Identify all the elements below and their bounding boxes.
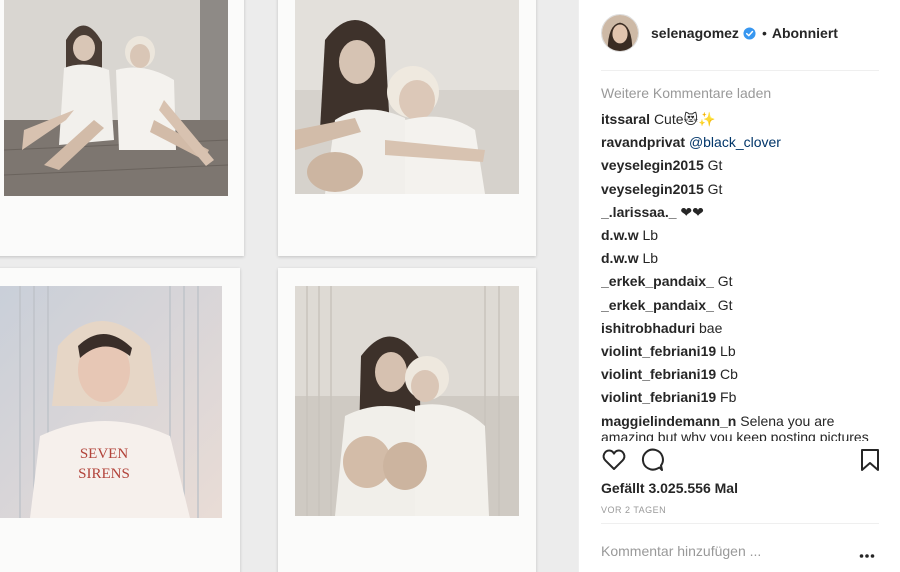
comment-username-link[interactable]: maggielindemann_n	[601, 413, 736, 429]
action-bar	[601, 447, 879, 475]
comment-row: ravandprivat @black_clover	[601, 131, 879, 154]
footer-divider	[601, 523, 879, 524]
photo-two-girls-leaning	[295, 286, 519, 516]
heart-icon[interactable]	[601, 447, 627, 473]
comment-username-link[interactable]: violint_febriani19	[601, 366, 716, 382]
polaroid-bottom-right	[278, 268, 536, 572]
photo-two-girls-sitting-floor	[4, 0, 228, 196]
comment-username-link[interactable]: itssaral	[601, 111, 650, 127]
comment-text: Gt	[717, 296, 733, 313]
add-comment-bar	[601, 540, 879, 562]
comment-mention-link[interactable]: @black_clover	[689, 134, 781, 150]
comment-username-link[interactable]: d.w.w	[601, 250, 639, 266]
post-header: selenagomez • Abonniert	[601, 14, 881, 52]
polaroid-top-right	[278, 0, 536, 256]
comment-row: maggielindemann_n Selena you are amazing…	[601, 409, 879, 441]
comment-row: veyselegin2015 Gt	[601, 178, 879, 201]
comment-text: Lb	[720, 342, 736, 359]
comment-username-link[interactable]: veyselegin2015	[601, 181, 704, 197]
svg-text:SEVEN: SEVEN	[80, 446, 129, 462]
comment-username-link[interactable]: d.w.w	[601, 227, 639, 243]
comment-text: Lb	[642, 226, 659, 243]
verified-badge-icon	[743, 26, 756, 40]
comment-row: _.larissaa._ ❤❤	[601, 201, 879, 224]
comment-text: ❤❤	[680, 203, 704, 220]
comment-username-link[interactable]: _erkek_pandaix_	[601, 297, 714, 313]
comment-row: d.w.w Lb	[601, 247, 879, 270]
comments-list: itssaral Cute😻✨ ravandprivat @black_clove…	[601, 108, 879, 441]
comment-row: _erkek_pandaix_ Gt	[601, 270, 879, 293]
comment-username-link[interactable]: ishitrobhaduri	[601, 320, 695, 336]
comment-username-link[interactable]: ravandprivat	[601, 134, 685, 150]
comment-username-link[interactable]: veyselegin2015	[601, 157, 704, 173]
post-photo[interactable]: SEVEN SIRENS	[0, 0, 578, 572]
comment-row: veyselegin2015 Gt	[601, 154, 879, 177]
comment-username-link[interactable]: _erkek_pandaix_	[601, 273, 714, 289]
comment-row: ishitrobhaduri bae	[601, 317, 879, 340]
comment-row: violint_febriani19 Cb	[601, 363, 879, 386]
comment-input[interactable]	[601, 543, 841, 559]
comment-text: Gt	[707, 157, 723, 174]
photo-two-girls-hugging	[295, 0, 519, 194]
post-timestamp[interactable]: VOR 2 TAGEN	[601, 505, 666, 515]
header-divider	[601, 70, 879, 71]
likes-count[interactable]: Gefällt 3.025.556 Mal	[601, 480, 738, 496]
bookmark-icon[interactable]	[857, 447, 883, 473]
comment-row: _erkek_pandaix_ Gt	[601, 294, 879, 317]
polaroid-top-left	[0, 0, 244, 256]
comment-text: Cute😻✨	[653, 111, 716, 127]
load-more-comments-link[interactable]: Weitere Kommentare laden	[601, 85, 771, 101]
comment-row: violint_febriani19 Fb	[601, 386, 879, 409]
svg-text:SIRENS: SIRENS	[78, 466, 130, 482]
follow-status-button[interactable]: Abonniert	[772, 25, 838, 41]
comment-text: bae	[699, 319, 723, 336]
post-side-panel: selenagomez • Abonniert Weitere Kommenta…	[578, 0, 900, 572]
photo-girl-seven-sirens-shirt: SEVEN SIRENS	[0, 286, 222, 518]
polaroid-bottom-left: SEVEN SIRENS	[0, 268, 240, 572]
comment-username-link[interactable]: violint_febriani19	[601, 343, 716, 359]
comment-text: Gt	[707, 180, 723, 197]
comment-row: d.w.w Lb	[601, 224, 879, 247]
header-separator: •	[761, 25, 767, 41]
comment-text: Fb	[720, 389, 737, 406]
comment-bubble-icon[interactable]	[639, 447, 665, 473]
comment-text: Cb	[720, 366, 738, 383]
comment-text: Lb	[642, 250, 659, 267]
author-avatar[interactable]	[601, 14, 639, 52]
more-options-icon[interactable]	[859, 546, 875, 558]
author-username-link[interactable]: selenagomez	[651, 25, 739, 41]
comment-row: violint_febriani19 Lb	[601, 340, 879, 363]
comment-username-link[interactable]: violint_febriani19	[601, 389, 716, 405]
comment-username-link[interactable]: _.larissaa._	[601, 204, 677, 220]
comment-text: Gt	[717, 273, 733, 290]
comment-row: itssaral Cute😻✨	[601, 108, 879, 131]
